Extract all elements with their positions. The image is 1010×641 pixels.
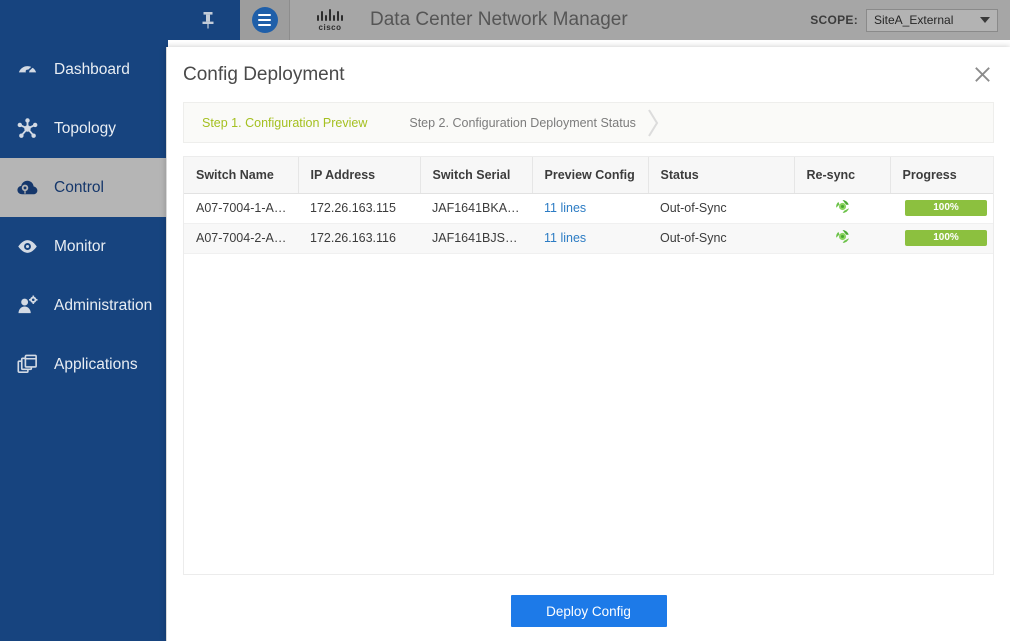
dialog-footer: Deploy Config bbox=[167, 581, 1010, 641]
cell-switch-serial: JAF1641BJS… bbox=[420, 223, 532, 254]
gauge-icon bbox=[14, 57, 40, 83]
scope-dropdown[interactable]: SiteA_External bbox=[866, 8, 998, 32]
column-header-preview-config[interactable]: Preview Config bbox=[532, 157, 649, 194]
cell-ip-address: 172.26.163.116 bbox=[298, 223, 420, 254]
dialog-header: Config Deployment bbox=[167, 47, 1010, 102]
sidebar-item-label: Control bbox=[54, 178, 104, 196]
table-row[interactable]: A07-7004-2-A… 172.26.163.116 JAF1641BJS…… bbox=[184, 223, 993, 254]
step-2-label: Step 2. Configuration Deployment Status bbox=[409, 115, 636, 130]
scope-area: SCOPE: SiteA_External bbox=[810, 8, 1010, 32]
cell-progress: 100% bbox=[890, 193, 993, 224]
tab-step-2[interactable]: Step 2. Configuration Deployment Status bbox=[367, 103, 660, 142]
deploy-config-button[interactable]: Deploy Config bbox=[510, 595, 667, 627]
app-title: Data Center Network Manager bbox=[370, 9, 628, 30]
network-topology-icon bbox=[14, 116, 40, 142]
user-gear-icon bbox=[14, 293, 40, 319]
sidebar-item-label: Applications bbox=[54, 355, 138, 373]
app-root: cisco Data Center Network Manager SCOPE:… bbox=[0, 0, 1010, 641]
chevron-right-icon bbox=[646, 106, 660, 140]
step-wizard: Step 1. Configuration Preview Step 2. Co… bbox=[183, 102, 994, 143]
sidebar-item-label: Topology bbox=[54, 119, 117, 137]
cell-status: Out-of-Sync bbox=[648, 223, 794, 254]
column-header-resync[interactable]: Re-sync bbox=[794, 157, 891, 194]
config-deployment-dialog: Config Deployment Step 1. Configuration … bbox=[166, 47, 1010, 641]
column-header-switch-serial[interactable]: Switch Serial bbox=[420, 157, 533, 194]
stacked-windows-icon bbox=[14, 352, 40, 378]
table-row[interactable]: A07-7004-1-A… 172.26.163.115 JAF1641BKA…… bbox=[184, 193, 993, 224]
scope-label: SCOPE: bbox=[810, 13, 858, 27]
cell-resync[interactable] bbox=[794, 193, 890, 224]
progress-bar: 100% bbox=[905, 200, 987, 216]
deployment-table: Switch Name IP Address Switch Serial Pre… bbox=[184, 157, 993, 254]
sidebar-item-label: Dashboard bbox=[54, 60, 130, 78]
top-bar: cisco Data Center Network Manager SCOPE:… bbox=[0, 0, 1010, 40]
page-title: Config Deployment bbox=[183, 63, 345, 85]
pushpin-icon[interactable] bbox=[200, 10, 216, 30]
cell-switch-name: A07-7004-2-A… bbox=[184, 223, 298, 254]
column-header-ip-address[interactable]: IP Address bbox=[298, 157, 421, 194]
sidebar-header bbox=[0, 0, 240, 40]
sidebar-item-dashboard[interactable]: Dashboard bbox=[0, 40, 168, 99]
chevron-down-icon bbox=[980, 17, 990, 23]
cisco-wordmark: cisco bbox=[318, 23, 342, 32]
cell-status: Out-of-Sync bbox=[648, 193, 794, 224]
column-header-progress[interactable]: Progress bbox=[890, 157, 993, 194]
cell-resync[interactable] bbox=[794, 223, 890, 254]
cell-switch-name: A07-7004-1-A… bbox=[184, 193, 298, 224]
preview-config-link[interactable]: 11 lines bbox=[544, 201, 586, 215]
eye-icon bbox=[14, 234, 40, 260]
cloud-control-icon bbox=[14, 175, 40, 201]
tab-step-1[interactable]: Step 1. Configuration Preview bbox=[184, 103, 367, 142]
sidebar-item-monitor[interactable]: Monitor bbox=[0, 217, 168, 276]
sidebar-nav: Dashboard Topology Control Monitor Admin… bbox=[0, 40, 168, 641]
cell-ip-address: 172.26.163.115 bbox=[298, 193, 420, 224]
resync-refresh-icon[interactable] bbox=[834, 198, 851, 218]
table-header-row: Switch Name IP Address Switch Serial Pre… bbox=[184, 157, 993, 194]
column-header-switch-name[interactable]: Switch Name bbox=[184, 157, 299, 194]
cisco-logo: cisco bbox=[304, 8, 356, 32]
step-1-label: Step 1. Configuration Preview bbox=[202, 115, 368, 130]
cell-preview-config[interactable]: 11 lines bbox=[532, 193, 648, 224]
hamburger-menu-icon bbox=[251, 7, 278, 33]
sidebar-item-topology[interactable]: Topology bbox=[0, 99, 168, 158]
sidebar-item-label: Monitor bbox=[54, 237, 106, 255]
scope-selected-value: SiteA_External bbox=[874, 13, 954, 27]
resync-refresh-icon[interactable] bbox=[834, 228, 851, 248]
sidebar-item-label: Administration bbox=[54, 296, 153, 314]
column-header-status[interactable]: Status bbox=[648, 157, 795, 194]
sidebar-item-control[interactable]: Control bbox=[0, 158, 168, 217]
deployment-table-container[interactable]: Switch Name IP Address Switch Serial Pre… bbox=[183, 156, 994, 575]
preview-config-link[interactable]: 11 lines bbox=[544, 231, 586, 245]
progress-bar: 100% bbox=[905, 230, 987, 246]
close-icon[interactable] bbox=[968, 61, 996, 89]
cell-progress: 100% bbox=[890, 223, 993, 254]
cisco-bars-icon bbox=[317, 8, 343, 21]
sidebar-item-administration[interactable]: Administration bbox=[0, 276, 168, 335]
sidebar-item-applications[interactable]: Applications bbox=[0, 335, 168, 394]
cell-switch-serial: JAF1641BKA… bbox=[420, 193, 532, 224]
menu-button[interactable] bbox=[240, 0, 290, 40]
cell-preview-config[interactable]: 11 lines bbox=[532, 223, 648, 254]
